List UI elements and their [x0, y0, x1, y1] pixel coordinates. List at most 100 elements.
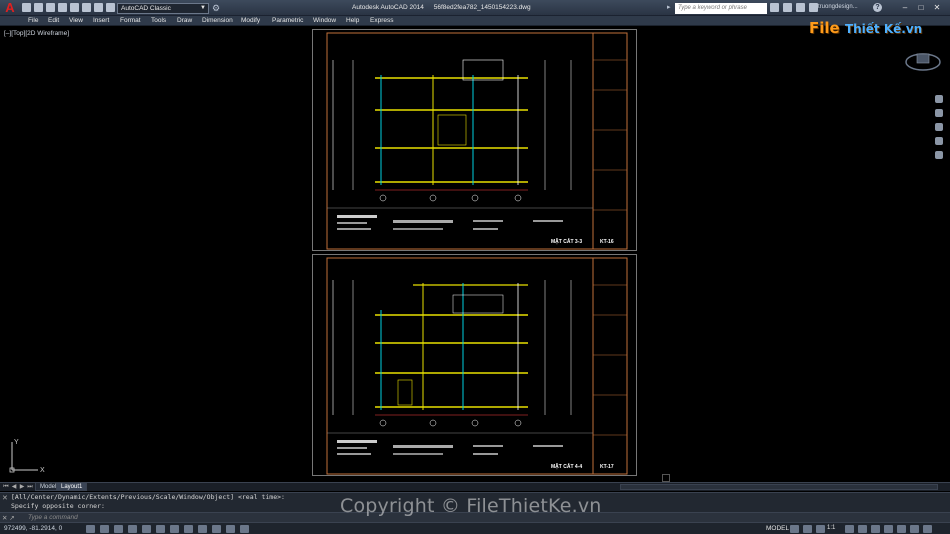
- redo-icon[interactable]: [94, 3, 103, 12]
- menu-help[interactable]: Help: [346, 17, 359, 24]
- user-icon[interactable]: [796, 3, 805, 12]
- minimize-icon[interactable]: –: [898, 2, 912, 13]
- title-bar: A AutoCAD Classic ▼ ⚙ Autodesk AutoCAD 2…: [0, 0, 950, 16]
- polar-tracking-icon[interactable]: [142, 525, 151, 533]
- workspace-value: AutoCAD Classic: [121, 5, 171, 12]
- drawing-sheet-section-3[interactable]: MẶT CẮT 3-3 KT-16: [312, 29, 637, 251]
- search-input[interactable]: Type a keyword or phrase: [675, 3, 767, 14]
- orbit-icon[interactable]: [935, 137, 943, 145]
- tab-layout1[interactable]: Layout1: [56, 483, 88, 491]
- maximize-icon[interactable]: □: [914, 2, 928, 13]
- menu-format[interactable]: Format: [120, 17, 141, 24]
- steering-wheel-icon[interactable]: [935, 95, 943, 103]
- status-bar: 972499, -81.2914, 0 MODEL 1:1: [0, 522, 950, 534]
- status-tools-right: [845, 525, 932, 533]
- viewport-controls[interactable]: [–][Top][2D Wireframe]: [4, 30, 69, 37]
- dynamic-input-icon[interactable]: [212, 525, 221, 533]
- infocenter-icons: [770, 3, 818, 12]
- chevron-right-icon[interactable]: ▸: [667, 3, 671, 11]
- zoom-icon[interactable]: [935, 123, 943, 131]
- plot-icon[interactable]: [70, 3, 79, 12]
- annotation-scale-icon[interactable]: [816, 525, 825, 533]
- snap-mode-icon[interactable]: [100, 525, 109, 533]
- window-title: Autodesk AutoCAD 2014 56f8ed2fea782_1450…: [352, 4, 531, 11]
- command-input[interactable]: Type a command: [28, 514, 78, 521]
- tab-prev-icon[interactable]: ◀: [10, 483, 18, 491]
- save-as-icon[interactable]: [58, 3, 67, 12]
- annotation-visibility-icon[interactable]: [845, 525, 854, 533]
- menu-dimension[interactable]: Dimension: [202, 17, 233, 24]
- menu-bar: File Edit View Insert Format Tools Draw …: [0, 16, 950, 26]
- workspace-dropdown[interactable]: AutoCAD Classic ▼: [117, 3, 209, 14]
- object-snap-icon[interactable]: [156, 525, 165, 533]
- star-icon[interactable]: [783, 3, 792, 12]
- menu-window[interactable]: Window: [313, 17, 336, 24]
- limits-marker: [662, 474, 670, 482]
- tab-first-icon[interactable]: ⏮: [2, 483, 10, 491]
- ucs-x-label: X: [40, 467, 45, 474]
- quick-access-toolbar: [22, 3, 115, 12]
- menu-tools[interactable]: Tools: [151, 17, 166, 24]
- workspace-switching-icon[interactable]: [871, 525, 880, 533]
- menu-edit[interactable]: Edit: [48, 17, 59, 24]
- binoculars-icon[interactable]: [770, 3, 779, 12]
- menu-insert[interactable]: Insert: [93, 17, 109, 24]
- autocad-logo-icon[interactable]: A: [2, 1, 18, 15]
- model-space-toggle[interactable]: MODEL: [766, 525, 789, 532]
- sheet-code: KT-17: [600, 464, 614, 470]
- sheet-code: KT-16: [600, 239, 614, 245]
- quick-view-drawings-icon[interactable]: [803, 525, 812, 533]
- drafting-settings: [86, 525, 249, 533]
- 3d-object-snap-icon[interactable]: [170, 525, 179, 533]
- chevron-down-icon: ▼: [200, 5, 206, 11]
- quick-view-layouts-icon[interactable]: [790, 525, 799, 533]
- command-close-icon[interactable]: ✕: [2, 494, 8, 502]
- open-icon[interactable]: [34, 3, 43, 12]
- showmotion-icon[interactable]: [935, 151, 943, 159]
- watermark-logo-main: File: [809, 19, 840, 37]
- ucs-icon: Y X: [9, 439, 45, 474]
- file-name: 56f8ed2fea782_1450154223.dwg: [433, 4, 531, 11]
- dynamic-ucs-icon[interactable]: [198, 525, 207, 533]
- infer-constraints-icon[interactable]: [86, 525, 95, 533]
- viewcube-compass-icon[interactable]: [903, 40, 943, 80]
- status-tools: [790, 525, 825, 533]
- lock-icon[interactable]: [884, 525, 893, 533]
- copyright-watermark: Copyright © FileThietKe.vn: [340, 495, 602, 517]
- command-customize-icon[interactable]: ✕ ↗: [2, 514, 15, 522]
- layout-tab-bar: ⏮ ◀ ▶ ⏭ Model Layout1: [0, 482, 950, 491]
- hardware-acceleration-icon[interactable]: [897, 525, 906, 533]
- ortho-mode-icon[interactable]: [128, 525, 137, 533]
- drawing-sheet-section-4[interactable]: MẶT CẮT 4-4 KT-17: [312, 254, 637, 476]
- grid-display-icon[interactable]: [114, 525, 123, 533]
- lineweight-icon[interactable]: [226, 525, 235, 533]
- tab-next-icon[interactable]: ▶: [18, 483, 26, 491]
- new-icon[interactable]: [22, 3, 31, 12]
- auto-scale-icon[interactable]: [858, 525, 867, 533]
- annotation-scale[interactable]: 1:1: [827, 525, 835, 531]
- exchange-icon[interactable]: [809, 3, 818, 12]
- menu-parametric[interactable]: Parametric: [272, 17, 303, 24]
- horizontal-scrollbar[interactable]: [620, 484, 938, 490]
- transparency-icon[interactable]: [240, 525, 249, 533]
- undo-icon[interactable]: [82, 3, 91, 12]
- menu-view[interactable]: View: [69, 17, 83, 24]
- watermark-logo: File Thiết Kế.vn: [809, 19, 922, 37]
- clean-screen-icon[interactable]: [923, 525, 932, 533]
- menu-file[interactable]: File: [28, 17, 38, 24]
- watermark-logo-rest: Thiết Kế.vn: [844, 22, 923, 36]
- pan-icon[interactable]: [935, 109, 943, 117]
- user-name[interactable]: truongdesign...: [818, 4, 858, 10]
- menu-modify[interactable]: Modify: [241, 17, 260, 24]
- save-icon[interactable]: [46, 3, 55, 12]
- isolate-objects-icon[interactable]: [910, 525, 919, 533]
- tab-last-icon[interactable]: ⏭: [26, 483, 34, 491]
- object-snap-tracking-icon[interactable]: [184, 525, 193, 533]
- cursor-coordinates[interactable]: 972499, -81.2914, 0: [4, 525, 62, 532]
- menu-draw[interactable]: Draw: [177, 17, 192, 24]
- match-properties-icon[interactable]: [106, 3, 115, 12]
- gear-icon[interactable]: ⚙: [212, 3, 222, 13]
- menu-express[interactable]: Express: [370, 17, 393, 24]
- close-icon[interactable]: ✕: [930, 2, 944, 13]
- help-icon[interactable]: ?: [873, 3, 882, 12]
